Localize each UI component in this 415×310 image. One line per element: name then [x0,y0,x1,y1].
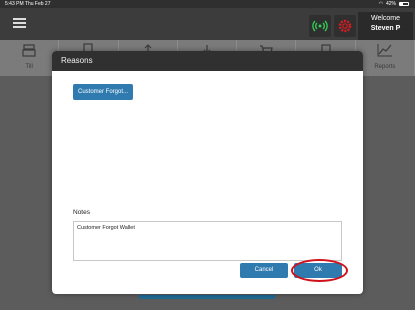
tool-label: Till [25,64,33,70]
connection-status-button[interactable] [309,15,331,37]
settings-button[interactable] [334,15,356,37]
menu-icon[interactable] [13,18,26,28]
register-icon [22,44,36,57]
signal-icon [312,20,328,32]
user-panel[interactable]: Welcome Steven P [358,12,413,40]
chart-icon [377,44,392,57]
reasons-dialog: Reasons Customer Forgot... Notes Custome… [52,51,363,294]
notes-label: Notes [73,209,90,216]
cancel-button[interactable]: Cancel [240,263,288,278]
tool-label: Reports [374,64,396,70]
tool-till[interactable]: Till [0,40,60,76]
tool-reports[interactable]: Reports [356,40,415,76]
user-name: Steven P [370,25,401,32]
app-header: Welcome Steven P [0,8,415,40]
background-button [139,295,275,299]
battery-percent: 42% [385,1,396,7]
ok-button[interactable]: Ok [294,263,342,278]
reason-customer-forgot-button[interactable]: Customer Forgot... [73,84,133,100]
wifi-status-icon: ◠ [378,1,383,7]
status-time: 5:43 PM Thu Feb 27 [5,1,51,7]
notes-field[interactable]: Customer Forgot Wallet [73,221,342,261]
dialog-title: Reasons [52,51,363,71]
battery-icon [399,2,409,6]
status-icons: ◠ 42% [379,0,409,8]
welcome-label: Welcome [370,15,401,22]
gear-icon [338,19,352,33]
status-bar: 5:43 PM Thu Feb 27 ◠ 42% [0,0,415,8]
